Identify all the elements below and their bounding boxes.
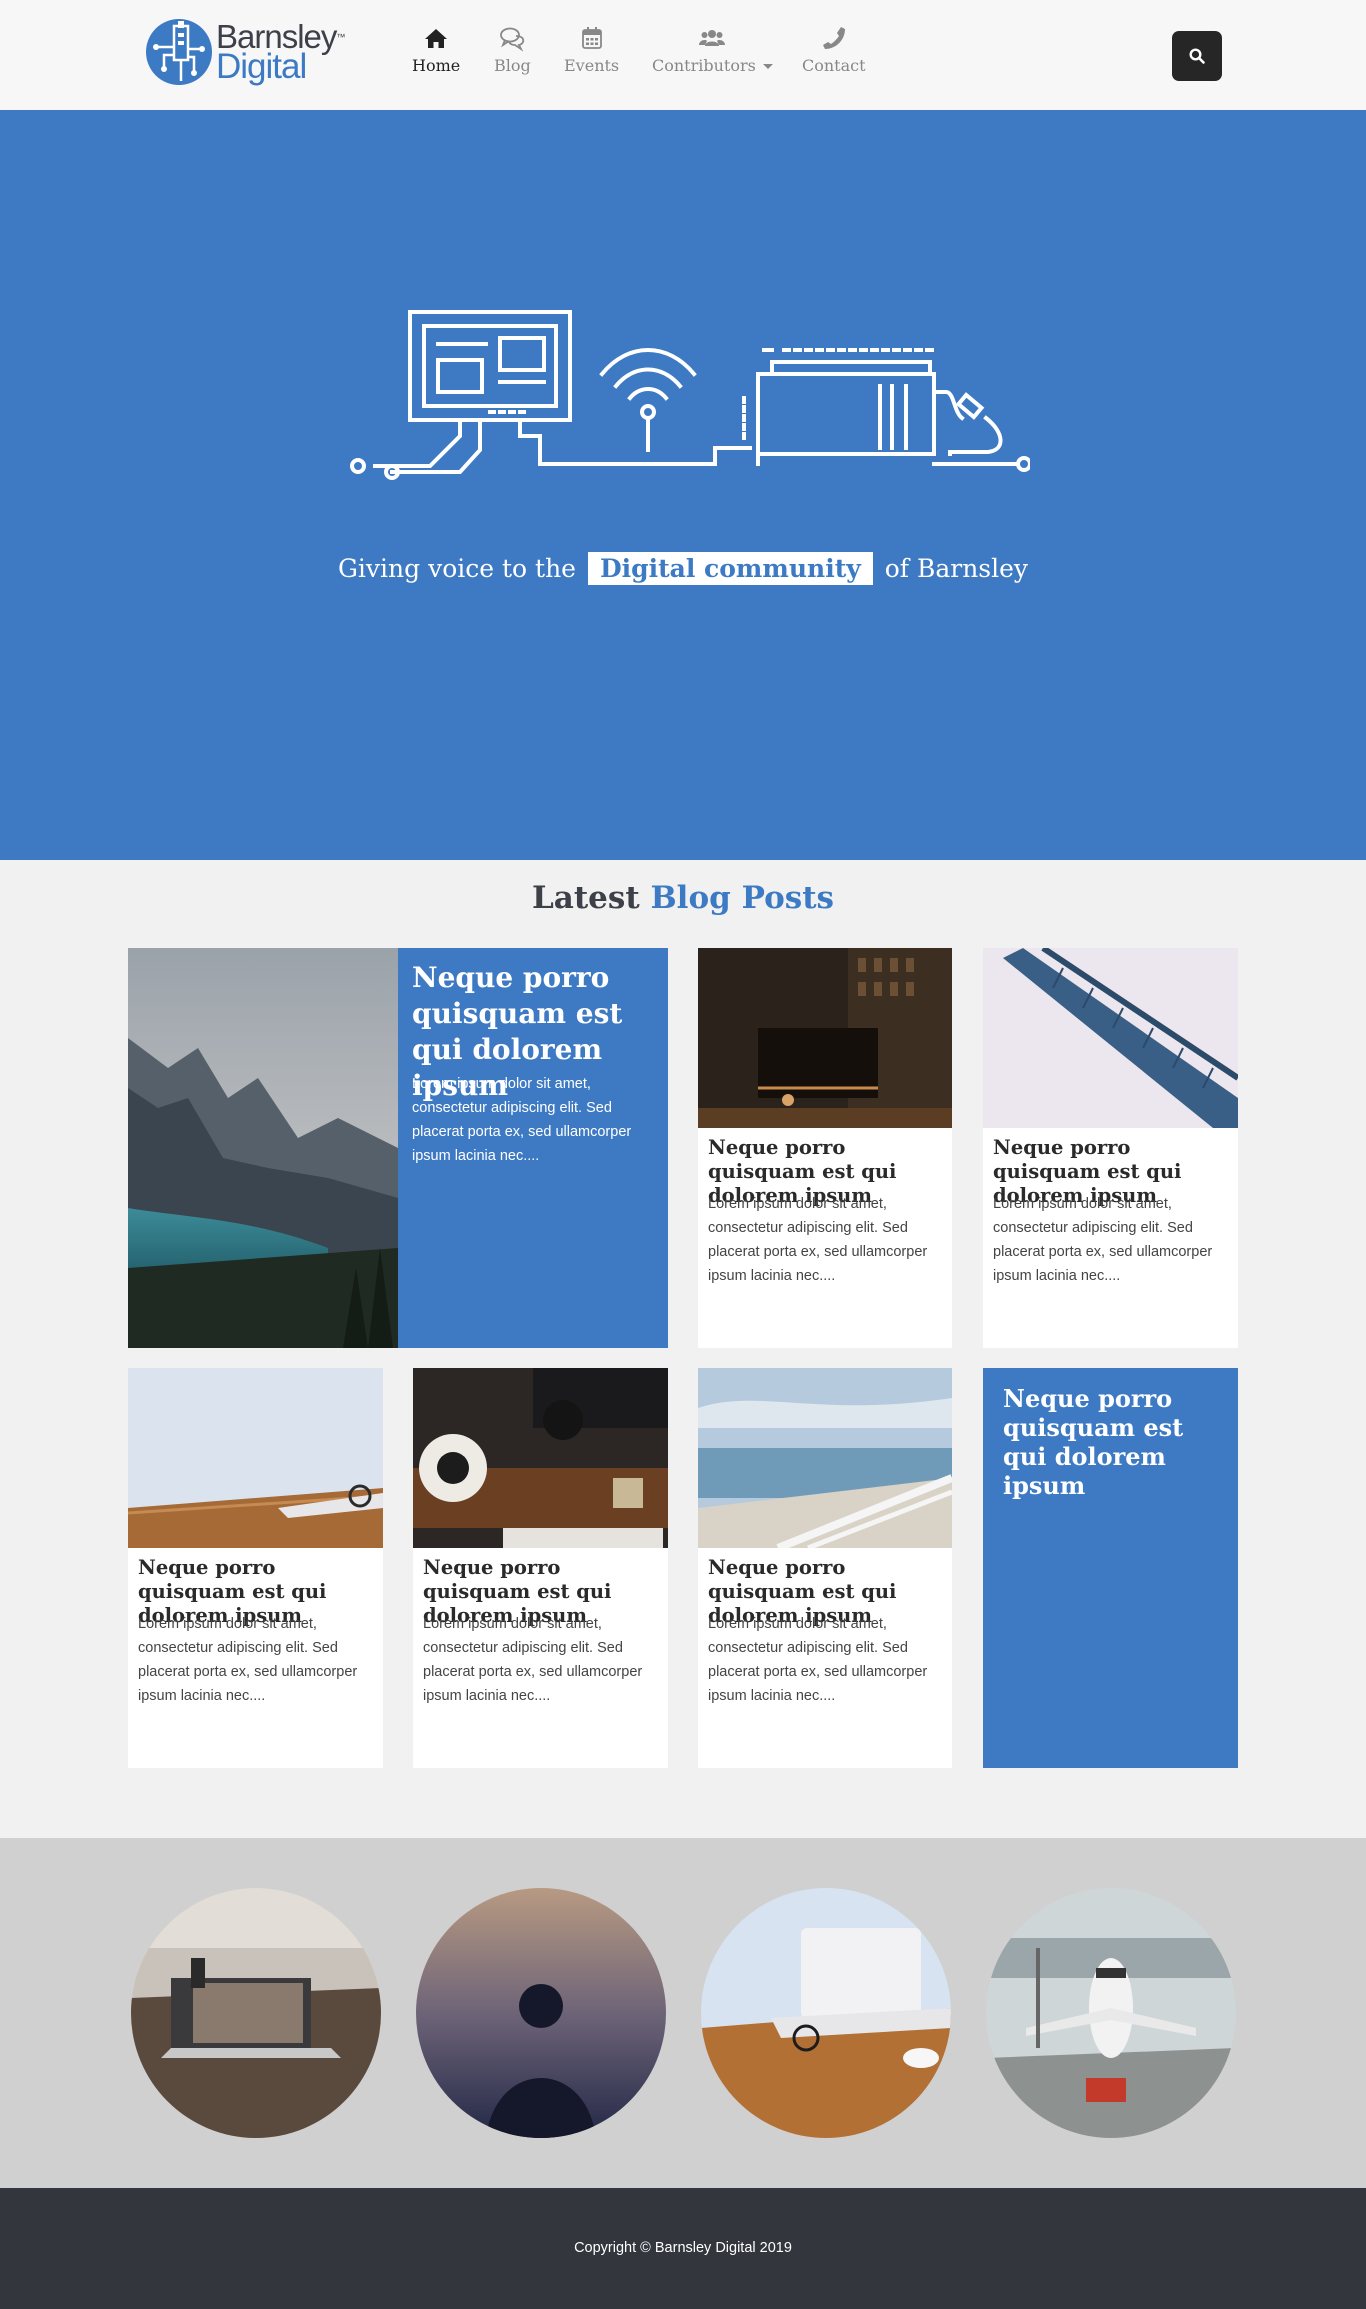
seaside-pier-photo [698,1368,952,1548]
blog-section-heading: Latest Blog Posts [0,880,1366,916]
nav-home[interactable]: Home [412,24,460,86]
hero-banner: Giving voice to the Digital community of… [0,110,1366,860]
featured-post-image[interactable] [128,948,398,1348]
nav-home-label: Home [412,56,461,75]
gallery-photo-workspace[interactable] [131,1888,381,2138]
search-button[interactable] [1172,31,1222,81]
circuit-illustration [350,310,1030,480]
city-night-photo [698,948,952,1128]
trademark: ™ [336,32,345,42]
post-excerpt: Lorem ipsum dolor sit amet, consectetur … [993,1196,1213,1284]
brand-logo[interactable]: Barnsley™ Digital [144,17,354,87]
bridge-photo [983,948,1238,1128]
desk-speaker-photo [413,1368,668,1548]
gallery-photo-silhouette[interactable] [416,1888,666,2138]
calendar-icon [581,27,602,49]
workspace-photo [131,1888,381,2138]
brand-line-2: Digital [216,47,307,86]
post-excerpt: Lorem ipsum dolor sit amet, consectetur … [708,1616,928,1704]
phone-icon [822,27,845,49]
nav-events-label: Events [564,56,620,75]
users-icon [699,30,726,46]
post-excerpt: Lorem ipsum dolor sit amet, consectetur … [708,1196,928,1284]
post-card[interactable]: Neque porro quisquam est qui dolorem ips… [698,948,952,1348]
logo-mark-icon [146,19,212,85]
nav-contact[interactable]: Contact [802,24,866,86]
chevron-down-icon [762,64,773,69]
post-excerpt: Lorem ipsum dolor sit amet, consectetur … [423,1616,643,1704]
site-footer: Copyright © Barnsley Digital 2019 [0,2188,1366,2309]
copyright-text: Copyright © Barnsley Digital 2019 [574,2240,792,2256]
post-card[interactable]: Neque porro quisquam est qui dolorem ips… [128,1368,383,1768]
highlight-post-title[interactable]: Neque porro quisquam est qui dolorem ips… [1003,1384,1224,1500]
tagline-highlight: Digital community [587,552,873,585]
nav-events[interactable]: Events [564,24,619,86]
tagline-start: Giving voice to the [337,554,576,583]
comments-icon [500,27,525,52]
nav-contributors-label: Contributors [652,56,756,75]
post-card[interactable]: Neque porro quisquam est qui dolorem ips… [983,948,1238,1348]
featured-post-excerpt: Lorem ipsum dolor sit amet, consectetur … [412,1076,632,1164]
top-navbar: Barnsley™ Digital Home Blog Events Contr… [0,0,1366,110]
gallery-photo-airplane[interactable] [986,1888,1236,2138]
nav-blog-label: Blog [494,56,531,75]
city-silhouette-photo [416,1888,666,2138]
airplane-photo [986,1888,1236,2138]
home-icon [425,29,448,48]
post-card[interactable]: Neque porro quisquam est qui dolorem ips… [413,1368,668,1768]
featured-post-card[interactable]: Neque porro quisquam est qui dolorem ips… [398,948,668,1348]
tagline-end: of Barnsley [884,554,1029,583]
nav-contributors-dropdown[interactable]: Contributors [652,24,773,86]
highlight-post-card[interactable]: Neque porro quisquam est qui dolorem ips… [983,1368,1238,1768]
photo-gallery [0,1838,1366,2188]
mountain-lake-photo [128,948,398,1348]
laptop-desk-photo [701,1888,951,2138]
nav-blog[interactable]: Blog [494,24,531,86]
gallery-photo-laptop[interactable] [701,1888,951,2138]
search-icon [1189,48,1205,64]
laptop-glasses-photo [128,1368,383,1548]
post-card[interactable]: Neque porro quisquam est qui dolorem ips… [698,1368,952,1768]
nav-contact-label: Contact [802,56,866,75]
post-excerpt: Lorem ipsum dolor sit amet, consectetur … [138,1616,358,1704]
hero-tagline: Giving voice to the Digital community of… [0,552,1366,585]
heading-accent: Blog Posts [650,880,834,916]
heading-plain: Latest [531,880,640,916]
